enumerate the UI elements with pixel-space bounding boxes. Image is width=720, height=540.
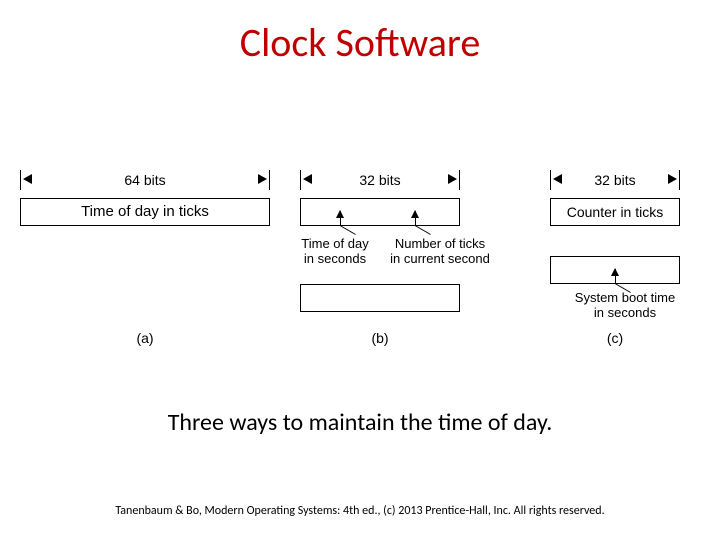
box-b-bottom: [300, 284, 460, 312]
width-brace-b: 32 bits: [300, 170, 460, 192]
clock-figure: 64 bits Time of day in ticks (a) 32 bits: [20, 170, 700, 350]
brace-tick-right: [679, 170, 680, 190]
box-time-of-day-ticks: Time of day in ticks: [20, 198, 270, 226]
copyright-footer: Tanenbaum & Bo, Modern Operating Systems…: [0, 504, 720, 518]
figure-letter-a: (a): [20, 330, 270, 346]
box-counter-in-ticks: Counter in ticks: [550, 198, 680, 226]
brace-tick-right: [269, 170, 270, 190]
figure-caption: Three ways to maintain the time of day.: [0, 408, 720, 437]
label-ticks-current-second: Number of ticks in current second: [385, 236, 495, 266]
pointer-arrow-icon: [615, 269, 616, 283]
pointer-arrow-icon: [415, 211, 416, 225]
width-label-c: 32 bits: [550, 170, 680, 190]
width-label-a: 64 bits: [20, 170, 270, 190]
brace-arrow-right-icon: [258, 174, 267, 184]
brace-arrow-right-icon: [668, 174, 677, 184]
brace-arrow-right-icon: [448, 174, 457, 184]
figure-group-a: 64 bits Time of day in ticks (a): [20, 170, 270, 226]
width-brace-a: 64 bits: [20, 170, 270, 192]
figure-letter-c: (c): [550, 330, 680, 346]
pointer-tail: [340, 225, 356, 235]
label-boot-time-seconds: System boot time in seconds: [555, 290, 695, 320]
slide-title: Clock Software: [0, 18, 720, 67]
figure-group-c: 32 bits Counter in ticks System boot tim…: [550, 170, 680, 284]
brace-tick-right: [459, 170, 460, 190]
box-b-top: [300, 198, 460, 226]
label-time-of-day-seconds: Time of day in seconds: [290, 236, 380, 266]
figure-group-b: 32 bits Time of day in seconds Number of…: [300, 170, 460, 312]
slide: Clock Software 64 bits Time of day in ti…: [0, 0, 720, 540]
pointer-arrow-icon: [340, 211, 341, 225]
width-brace-c: 32 bits: [550, 170, 680, 192]
pointer-tail: [415, 225, 431, 235]
figure-letter-b: (b): [300, 330, 460, 346]
width-label-b: 32 bits: [300, 170, 460, 190]
